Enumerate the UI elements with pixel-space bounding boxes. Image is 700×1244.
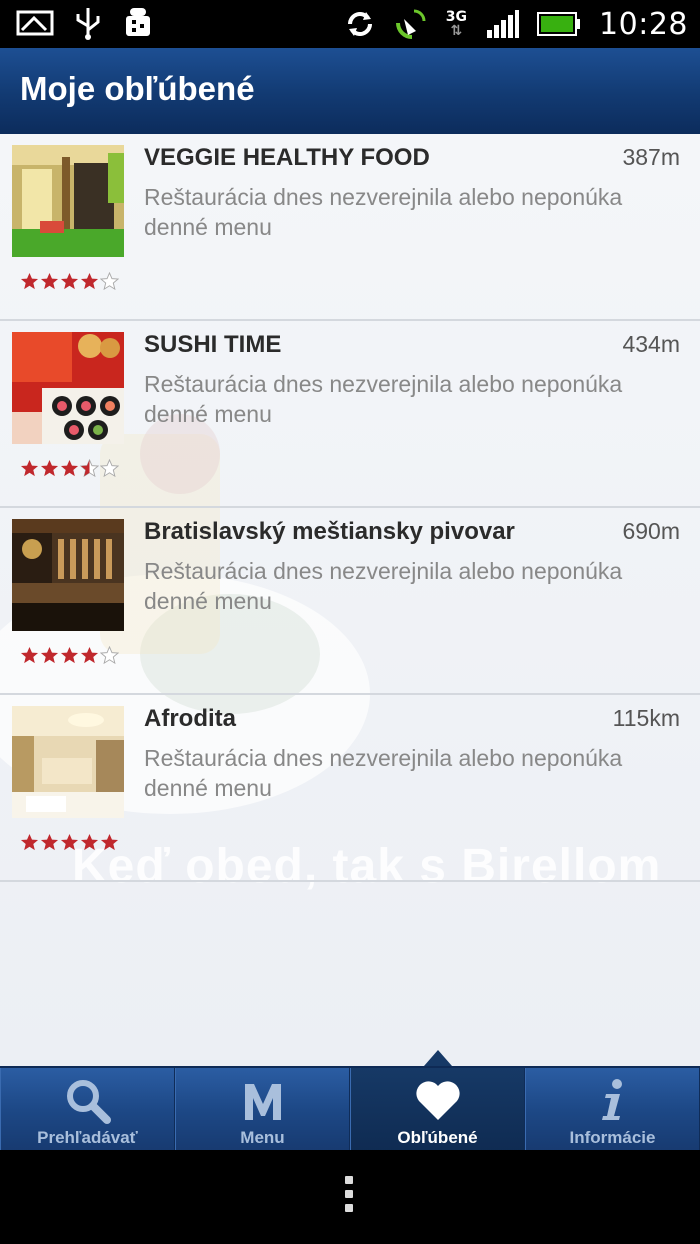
restaurant-row[interactable]: Bratislavský meštiansky pivovar 690m Reš… — [0, 508, 700, 695]
star-half-icon — [80, 459, 99, 478]
system-nav-bar — [0, 1150, 700, 1244]
restaurant-row[interactable]: VEGGIE HEALTHY FOOD 387m Reštaurácia dne… — [0, 134, 700, 321]
tab-label: Obľúbené — [397, 1128, 478, 1147]
restaurant-distance: 434m — [622, 331, 680, 357]
restaurant-name: Afrodita — [144, 705, 236, 732]
rating-stars — [20, 272, 119, 294]
restaurant-row[interactable]: SUSHI TIME 434m Reštaurácia dnes nezvere… — [0, 321, 700, 508]
usb-icon — [76, 8, 100, 40]
network-indicator: 3G ⇅ — [446, 10, 467, 38]
restaurant-distance: 690m — [622, 518, 680, 544]
restaurant-photo — [12, 332, 124, 444]
star-filled-icon — [20, 272, 39, 290]
tab-label: Menu — [240, 1128, 285, 1147]
info-icon — [601, 1079, 622, 1120]
overflow-menu-icon[interactable] — [345, 1176, 353, 1212]
star-empty-icon — [100, 272, 119, 291]
rating-stars — [20, 833, 119, 855]
tab-favorites[interactable]: Obľúbené — [350, 1068, 525, 1152]
restaurant-list: VEGGIE HEALTHY FOOD 387m Reštaurácia dne… — [0, 134, 700, 882]
star-filled-icon — [80, 646, 99, 664]
tab-menu[interactable]: Menu — [175, 1068, 350, 1152]
star-filled-icon — [40, 272, 59, 290]
tab-info[interactable]: Informácie — [525, 1068, 700, 1152]
restaurant-photo — [12, 706, 124, 818]
page-title: Moje obľúbené — [20, 70, 255, 107]
restaurant-menu-status: Reštaurácia dnes nezverejnila alebo nepo… — [144, 558, 623, 614]
star-filled-icon — [60, 459, 79, 477]
sync-icon — [347, 12, 372, 36]
battery-icon — [537, 12, 581, 36]
restaurant-distance: 387m — [622, 144, 680, 170]
restaurant-name: Bratislavský meštiansky pivovar — [144, 518, 515, 545]
star-filled-icon — [40, 646, 59, 664]
star-filled-icon — [100, 833, 119, 851]
restaurant-name: SUSHI TIME — [144, 331, 282, 358]
star-empty-icon — [100, 646, 119, 665]
tab-search[interactable]: Prehľadávať — [0, 1068, 175, 1152]
status-bar: 3G ⇅ 10:28 — [0, 0, 700, 48]
rating-stars — [20, 459, 119, 481]
restaurant-name: VEGGIE HEALTHY FOOD — [144, 144, 430, 171]
star-filled-icon — [80, 272, 99, 290]
restaurant-row[interactable]: Afrodita 115km Reštaurácia dnes nezverej… — [0, 695, 700, 882]
clock: 10:28 — [599, 6, 688, 42]
star-filled-icon — [20, 833, 39, 851]
restaurant-menu-status: Reštaurácia dnes nezverejnila alebo nepo… — [144, 184, 623, 240]
star-filled-icon — [40, 833, 59, 851]
menu-m-icon — [244, 1084, 281, 1120]
star-filled-icon — [80, 833, 99, 851]
heart-icon — [415, 1081, 460, 1120]
favorites-content[interactable]: Keď obed, tak s Birellom VEGGIE HEALTHY … — [0, 134, 700, 1066]
bottom-tab-bar: Prehľadávať Menu Obľúbené Informácie — [0, 1066, 700, 1152]
network-type: 3G — [445, 9, 468, 25]
satellite-icon — [395, 9, 426, 39]
star-filled-icon — [60, 646, 79, 664]
rating-stars — [20, 646, 119, 668]
tab-label: Prehľadávať — [37, 1128, 138, 1147]
search-icon — [66, 1080, 111, 1124]
tab-label: Informácie — [569, 1128, 656, 1147]
star-empty-icon — [100, 459, 119, 478]
message-icon — [16, 10, 54, 36]
star-filled-icon — [20, 646, 39, 664]
restaurant-distance: 115km — [612, 705, 680, 731]
star-filled-icon — [60, 833, 79, 851]
star-filled-icon — [60, 272, 79, 290]
restaurant-menu-status: Reštaurácia dnes nezverejnila alebo nepo… — [144, 371, 623, 427]
restaurant-photo — [12, 145, 124, 257]
data-arrows-icon: ⇅ — [450, 23, 463, 39]
debug-android-icon — [126, 8, 150, 36]
star-filled-icon — [40, 459, 59, 477]
active-tab-pointer — [424, 1050, 452, 1066]
star-filled-icon — [20, 459, 39, 477]
signal-icon — [487, 10, 520, 38]
restaurant-menu-status: Reštaurácia dnes nezverejnila alebo nepo… — [144, 745, 623, 801]
app-header: Moje obľúbené — [0, 48, 700, 135]
restaurant-photo — [12, 519, 124, 631]
